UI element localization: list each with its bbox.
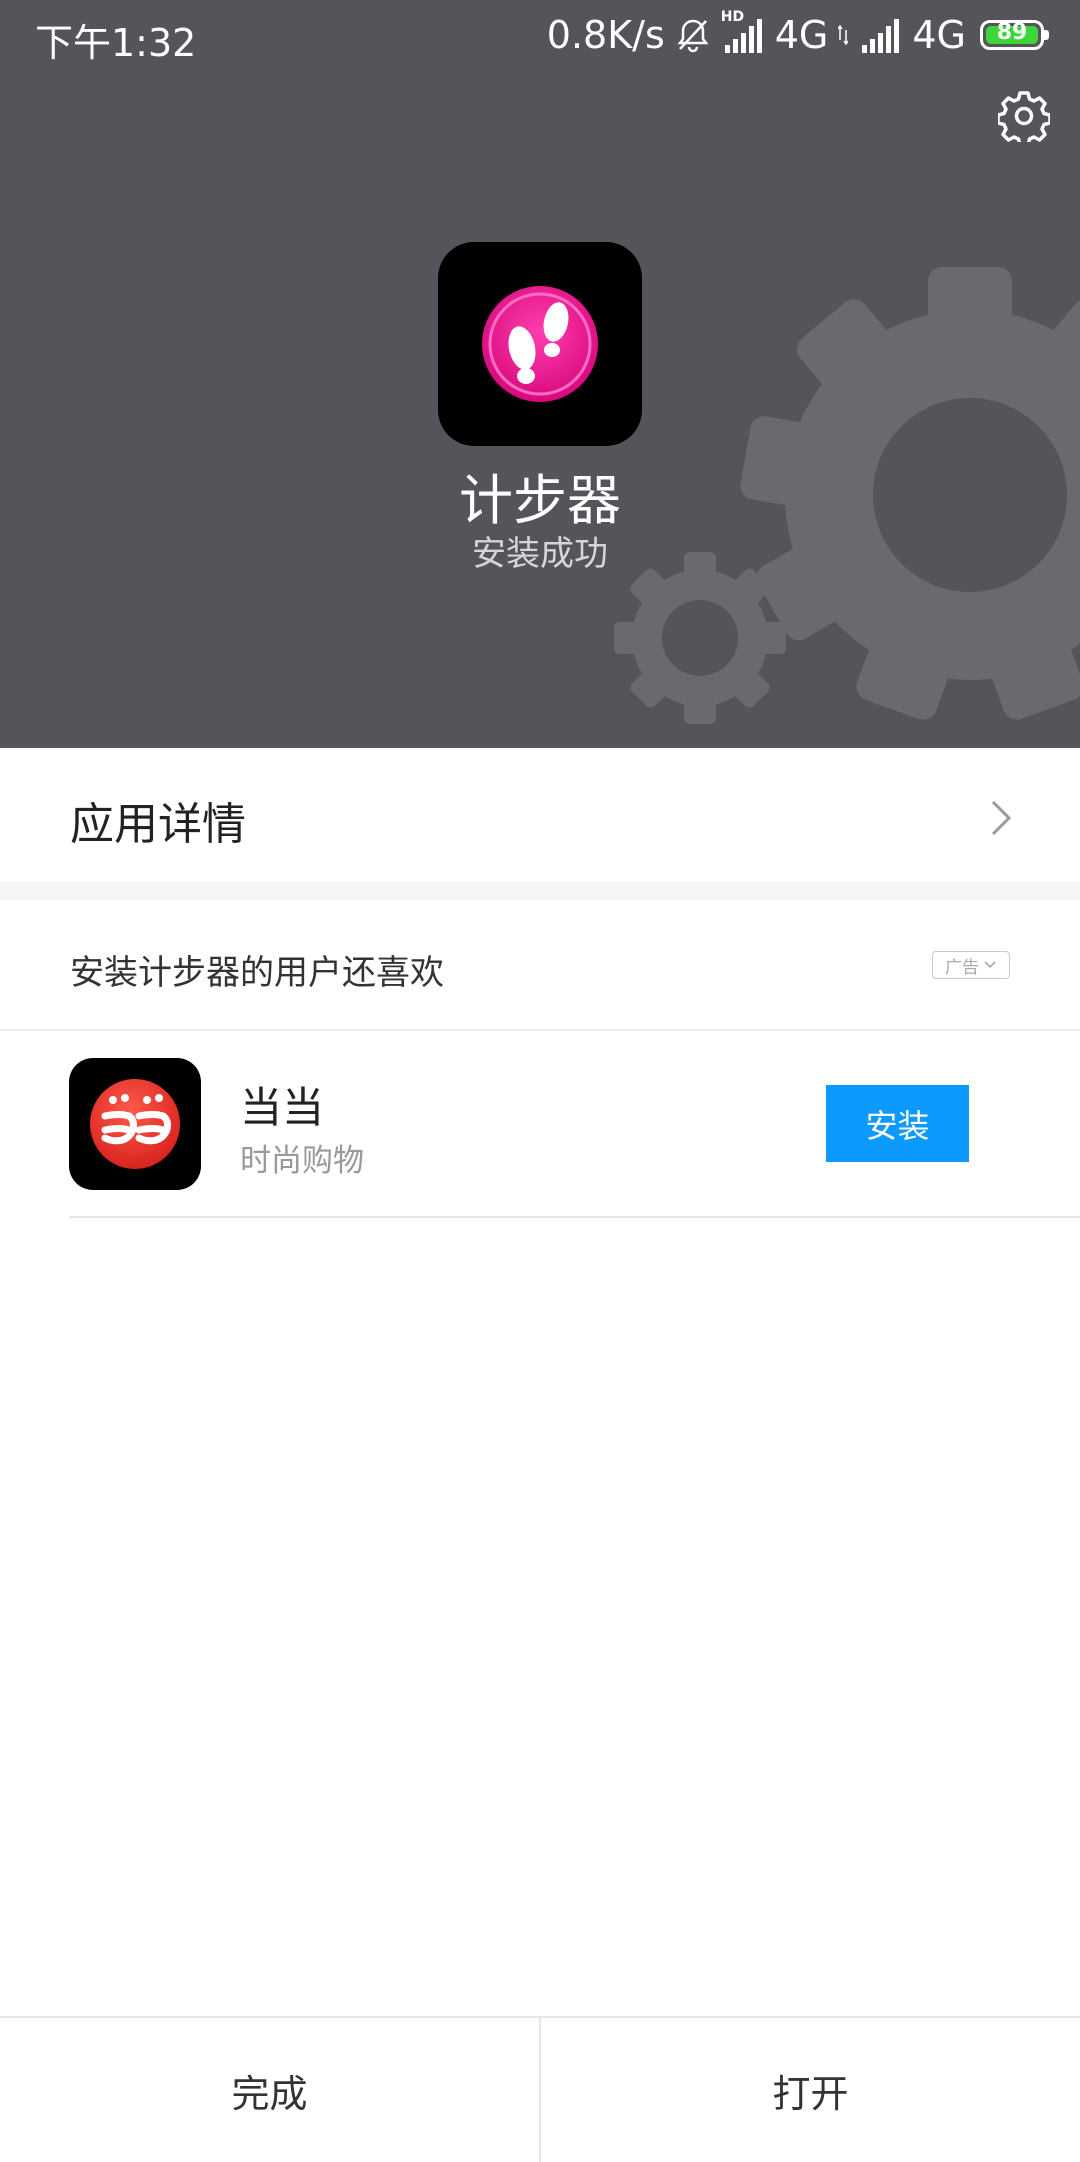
data-arrows-icon [838, 24, 849, 46]
install-status: 安装成功 [472, 534, 608, 574]
dangdang-logo [90, 1079, 180, 1169]
chevron-down-icon [984, 961, 996, 969]
install-button[interactable]: 安装 [826, 1085, 969, 1162]
status-bar: 下午1:32 0.8K/s HD 4G 4G 89 [0, 0, 1080, 70]
chevron-right-icon [991, 800, 1012, 836]
section-gap [0, 882, 1080, 900]
battery-level: 89 [996, 20, 1028, 45]
network-type-1: 4G [774, 13, 829, 57]
recommend-title: 安装计步器的用户还喜欢 [70, 953, 444, 993]
footprint-icon [482, 286, 598, 402]
signal-icon [862, 19, 900, 53]
battery-icon: 89 [980, 20, 1049, 50]
app-details-label: 应用详情 [70, 799, 246, 850]
status-indicators: 0.8K/s HD 4G 4G 89 [546, 9, 1049, 58]
app-icon [438, 242, 642, 446]
install-header: 下午1:32 0.8K/s HD 4G 4G 89 计步器 安装成功 [0, 0, 1080, 748]
app-details-row[interactable]: 应用详情 [0, 748, 1080, 882]
gear-icon[interactable] [998, 90, 1050, 142]
recommend-app-desc: 时尚购物 [240, 1143, 364, 1179]
recommend-app-name: 当当 [240, 1083, 325, 1132]
ad-badge[interactable]: 广告 [932, 951, 1010, 979]
bottom-action-bar: 完成 打开 [0, 2016, 1080, 2162]
network-speed: 0.8K/s [546, 13, 665, 57]
done-button[interactable]: 完成 [0, 2018, 539, 2162]
divider [0, 1029, 1080, 1031]
mute-bell-icon [677, 19, 709, 53]
network-type-2: 4G [912, 13, 966, 57]
divider [69, 1216, 1080, 1218]
open-button[interactable]: 打开 [541, 2018, 1080, 2162]
app-name: 计步器 [459, 469, 621, 532]
signal-icon: HD [721, 9, 765, 55]
status-time: 下午1:32 [35, 21, 197, 65]
dangdang-app-icon[interactable] [69, 1058, 201, 1190]
ad-label: 广告 [945, 957, 979, 978]
